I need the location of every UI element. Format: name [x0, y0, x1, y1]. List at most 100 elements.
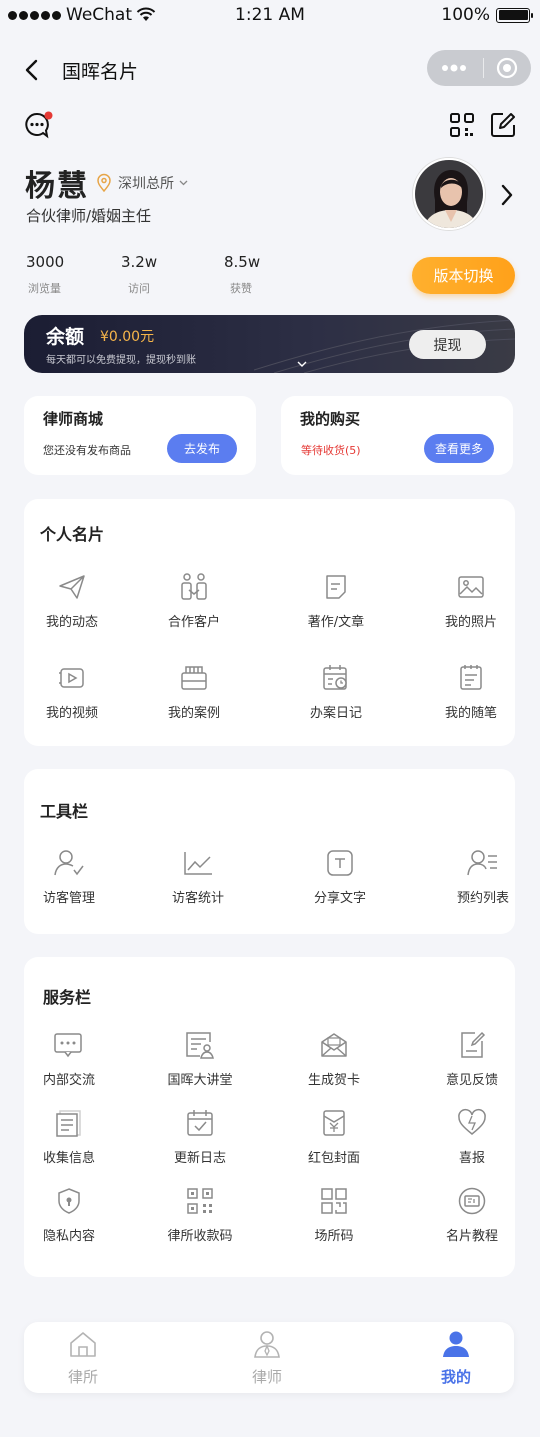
feedback-icon [461, 1031, 486, 1058]
clients-icon [181, 573, 207, 600]
grid-item-cases[interactable]: 我的案例 [134, 662, 254, 721]
grid-item-changelog[interactable]: 更新日志 [140, 1107, 260, 1166]
more-icon[interactable] [441, 63, 471, 73]
red-packet-icon [323, 1110, 345, 1136]
grid-item-label: 场所码 [314, 1229, 354, 1244]
grid-item-internal-chat[interactable]: 内部交流 [9, 1029, 129, 1088]
grid-item-label: 预约列表 [456, 891, 509, 906]
grid-item-videos[interactable]: 我的视频 [12, 662, 132, 721]
calendar-clock-icon [323, 665, 347, 690]
grid-item-label: 访客管理 [42, 891, 95, 906]
message-icon[interactable] [24, 111, 54, 139]
grid-item-red-packet[interactable]: 红包封面 [274, 1107, 394, 1166]
user-check-icon [54, 850, 84, 876]
tab-mine[interactable]: 我的 [416, 1330, 496, 1387]
my-purchase-card[interactable]: 我的购买 等待收货(5) 查看更多 [281, 396, 513, 475]
notes-icon [460, 665, 482, 690]
balance-card[interactable]: 余额 ¥0.00元 每天都可以免费提现，提现秒到账 提现 [24, 315, 515, 373]
grid-item-label: 访客统计 [171, 891, 224, 906]
grid-item-my-updates[interactable]: 我的动态 [12, 571, 132, 630]
version-switch-button[interactable]: 版本切换 [412, 257, 515, 294]
calendar-check-icon [187, 1110, 213, 1136]
grid-item-articles[interactable]: 著作/文章 [276, 571, 396, 630]
grid-item-label: 我的案例 [167, 706, 220, 721]
grid-item-visitor-manage[interactable]: 访客管理 [9, 847, 129, 906]
shop-desc: 您还没有发布商品 [43, 444, 131, 457]
grid-item-payment-code[interactable]: 律所收款码 [140, 1185, 260, 1244]
grid-item-card-tutorial[interactable]: 名片教程 [412, 1185, 532, 1244]
capsule-divider [483, 58, 484, 78]
home-icon [70, 1332, 96, 1357]
chat-icon [54, 1033, 82, 1058]
stat-likes-value: 8.5w [224, 253, 261, 271]
view-more-button[interactable]: 查看更多 [424, 434, 494, 463]
tab-law-firm[interactable]: 律所 [43, 1330, 123, 1387]
grid-item-share-text[interactable]: 分享文字 [280, 847, 400, 906]
grid-item-label: 我的动态 [45, 615, 98, 630]
grid-item-collect-info[interactable]: 收集信息 [9, 1107, 129, 1166]
grid-item-case-diary[interactable]: 办案日记 [276, 662, 396, 721]
mini-program-capsule [427, 50, 531, 86]
grid-item-visitor-stats[interactable]: 访客统计 [138, 847, 258, 906]
grid-item-label: 隐私内容 [42, 1229, 95, 1244]
purchase-title: 我的购买 [300, 410, 361, 428]
tab-label: 律师 [251, 1368, 282, 1386]
grid-item-label: 合作客户 [167, 615, 220, 630]
tab-bar: 律所 律师 我的 [24, 1322, 514, 1393]
grid-item-essays[interactable]: 我的随笔 [411, 662, 531, 721]
grid-item-label: 分享文字 [313, 891, 366, 906]
heart-icon [458, 1108, 486, 1135]
grid-item-label: 办案日记 [309, 706, 362, 721]
grid-item-photos[interactable]: 我的照片 [411, 571, 531, 630]
avatar[interactable] [413, 158, 485, 230]
user-list-icon [467, 850, 497, 876]
grid-item-lecture[interactable]: 国晖大讲堂 [140, 1029, 260, 1088]
edit-icon[interactable] [489, 111, 517, 139]
video-icon [59, 668, 84, 688]
grid-item-good-news[interactable]: 喜报 [412, 1107, 532, 1166]
personal-card-section: 个人名片 我的动态 合作客户 著作/文章 我的照片 我的视频 我的案例 办案日记… [24, 499, 515, 746]
grid-item-label: 更新日志 [173, 1151, 226, 1166]
lawyer-name: 杨慧 [25, 169, 89, 204]
grid-item-appointments[interactable]: 预约列表 [423, 847, 540, 906]
withdraw-button[interactable]: 提现 [409, 330, 486, 359]
section-title: 服务栏 [43, 988, 92, 1007]
section-title: 工具栏 [40, 802, 89, 821]
grid-item-label: 内部交流 [42, 1073, 95, 1088]
lawyer-title: 合伙律师/婚姻主任 [26, 207, 152, 225]
document-icon [56, 1110, 81, 1137]
grid-item-privacy[interactable]: 隐私内容 [9, 1185, 129, 1244]
lawyer-shop-card[interactable]: 律师商城 您还没有发布商品 去发布 [24, 396, 256, 475]
office-selector[interactable]: 深圳总所 [95, 173, 188, 193]
stat-visits-value: 3.2w [121, 253, 158, 271]
grid-item-label: 国晖大讲堂 [167, 1073, 233, 1088]
status-bar: WeChat 1:21 AM 100% [0, 0, 540, 32]
lecture-icon [186, 1032, 214, 1059]
place-code-icon [321, 1188, 347, 1214]
stat-views-value: 3000 [26, 253, 65, 271]
grid-item-label: 我的视频 [45, 706, 98, 721]
battery-icon [496, 7, 533, 23]
chevron-down-icon [179, 180, 188, 186]
grid-item-feedback[interactable]: 意见反馈 [412, 1029, 532, 1088]
publish-button[interactable]: 去发布 [167, 434, 237, 463]
back-icon[interactable] [24, 59, 40, 81]
card-tutorial-icon [458, 1187, 486, 1215]
tab-lawyer[interactable]: 律师 [227, 1330, 307, 1387]
tab-label: 我的 [440, 1368, 471, 1386]
close-miniprogram-icon[interactable] [496, 57, 518, 79]
qr-scan-icon[interactable] [449, 112, 475, 138]
grid-item-label: 名片教程 [445, 1229, 498, 1244]
grid-item-clients[interactable]: 合作客户 [134, 571, 254, 630]
grid-item-label: 意见反馈 [445, 1073, 498, 1088]
page-title: 国晖名片 [62, 61, 139, 83]
expand-chevron-icon[interactable] [297, 361, 307, 367]
grid-item-greeting-card[interactable]: 生成贺卡 [274, 1029, 394, 1088]
chevron-right-icon[interactable] [500, 184, 514, 206]
balance-label: 余额 [46, 326, 85, 348]
office-label: 深圳总所 [118, 176, 174, 192]
avatar-portrait [415, 160, 483, 228]
battery-status: 100% [441, 5, 533, 25]
grid-item-place-code[interactable]: 场所码 [274, 1185, 394, 1244]
grid-item-label: 红包封面 [307, 1151, 360, 1166]
